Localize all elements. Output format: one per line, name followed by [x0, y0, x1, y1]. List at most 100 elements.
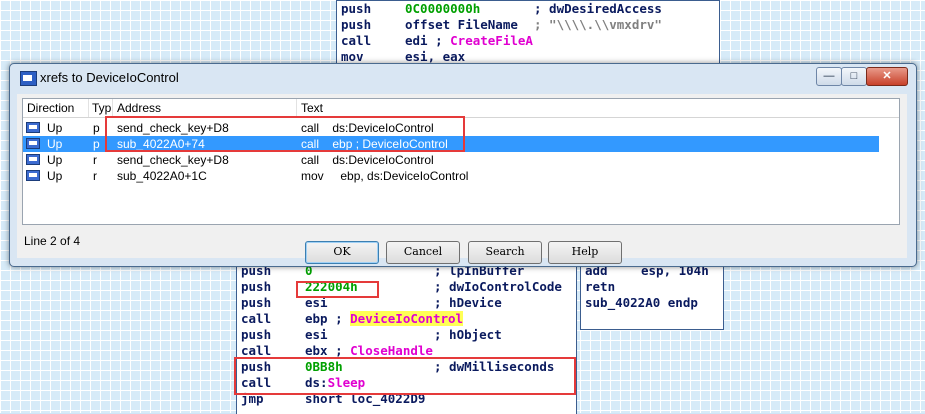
xref-type: p	[93, 137, 100, 151]
code-line[interactable]: call ebp ; DeviceIoControl	[237, 311, 576, 327]
ok-button[interactable]: OK	[305, 241, 379, 264]
code-operand: 0BB8h	[305, 359, 343, 375]
xref-type: r	[93, 153, 97, 167]
column-header-text[interactable]: Text	[297, 99, 899, 117]
app-icon	[20, 71, 37, 86]
code-operand-text: 222004h	[305, 279, 358, 294]
code-comment: ; "\\\\.\\vmxdrv"	[534, 17, 662, 32]
code-mnemonic: push	[241, 295, 272, 310]
code-operand: edi ; CreateFileA	[405, 33, 533, 49]
code-mnemonic: push	[341, 1, 372, 16]
xref-direction: Up	[47, 169, 63, 183]
xref-icon	[26, 138, 40, 149]
code-operand: 222004h	[305, 279, 358, 295]
xref-icon	[26, 170, 40, 181]
xref-row[interactable]: Up p sub_4022A0+74 call ebp ; DeviceIoContr…	[23, 136, 879, 152]
code-operand-text: ebx ;	[305, 343, 351, 358]
code-line[interactable]: call edi ; CreateFileA	[337, 33, 719, 49]
code-operand-text: esi	[305, 327, 328, 342]
function-reference[interactable]: CreateFileA	[450, 33, 533, 48]
function-reference[interactable]: DeviceIoControl	[350, 311, 464, 326]
code-operand-text: offset FileName	[405, 17, 518, 32]
code-operand: ds:Sleep	[305, 375, 365, 391]
code-mnemonic: push	[241, 359, 272, 374]
xref-row[interactable]: Up p send_check_key+D8 call ds:DeviceIoCont…	[23, 120, 879, 136]
code-line[interactable]: retn	[581, 279, 723, 295]
xref-direction: Up	[47, 153, 63, 167]
dialog-body: Direction Typ Address Text Up p send_check…	[17, 94, 907, 264]
function-reference[interactable]: CloseHandle	[350, 343, 433, 358]
maximize-button[interactable]: □	[841, 67, 867, 86]
status-line: Line 2 of 4	[24, 234, 81, 248]
xref-type: r	[93, 169, 97, 183]
column-header-type[interactable]: Typ	[89, 99, 113, 117]
code-operand: 0C0000000h	[405, 1, 480, 17]
xref-address: send_check_key+D8	[117, 121, 229, 135]
xref-list[interactable]: Direction Typ Address Text Up p send_check…	[22, 98, 900, 225]
code-line[interactable]: call ebx ; CloseHandle	[237, 343, 576, 359]
close-button[interactable]: ✕	[866, 67, 908, 86]
code-operand-text: 0C0000000h	[405, 1, 481, 16]
code-line[interactable]: push esi ; hObject	[237, 327, 576, 343]
search-button[interactable]: Search	[468, 241, 542, 264]
code-mnemonic: jmp	[241, 391, 264, 406]
code-mnemonic: push	[241, 279, 272, 294]
xrefs-dialog[interactable]: xrefs to DeviceIoControl — □ ✕ Direction…	[9, 63, 917, 267]
code-comment: ; dwDesiredAccess	[534, 1, 662, 16]
xref-row[interactable]: Up r sub_4022A0+1C mov ebp, ds:DeviceIoCont…	[23, 168, 879, 184]
xref-icon	[26, 154, 40, 165]
code-line[interactable]: jmp short loc_4022D9	[237, 391, 576, 407]
code-operand-text: esi	[305, 295, 328, 310]
code-operand-text: edi ;	[405, 33, 451, 48]
xref-text: call ds:DeviceIoControl	[301, 153, 434, 167]
help-button[interactable]: Help	[548, 241, 622, 264]
code-operand-text: short loc_4022D9	[305, 391, 426, 406]
minimize-button[interactable]: —	[816, 67, 842, 86]
xref-icon	[26, 122, 40, 133]
xref-text: mov ebp, ds:DeviceIoControl	[301, 169, 469, 183]
xref-type: p	[93, 121, 100, 135]
xref-row[interactable]: Up r send_check_key+D8 call ds:DeviceIoCont…	[23, 152, 879, 168]
code-comment: ; hObject	[434, 327, 502, 342]
code-block-bottom[interactable]: push 0; lpInBuffer push 222004h; dwIoContro…	[236, 262, 577, 414]
code-operand: short loc_4022D9	[305, 391, 425, 407]
code-mnemonic: push	[341, 17, 372, 32]
cancel-button[interactable]: Cancel	[386, 241, 460, 264]
code-line[interactable]: push esi ; hDevice	[237, 295, 576, 311]
code-line[interactable]: push 0C0000000h ; dwDesiredAccess	[337, 1, 719, 17]
xref-address: sub_4022A0+1C	[117, 169, 207, 183]
code-mnemonic: sub_4022A0 endp	[585, 295, 698, 310]
code-operand-text: esi, eax	[405, 49, 466, 64]
code-line[interactable]: push offset FileName ; "\\\\.\\vmxdrv"	[337, 17, 719, 33]
code-operand: offset FileName	[405, 17, 518, 33]
code-block-top[interactable]: push 0C0000000h ; dwDesiredAccess push offse…	[336, 0, 720, 68]
function-reference[interactable]: Sleep	[328, 375, 366, 390]
code-operand: ebx ; CloseHandle	[305, 343, 433, 359]
code-comment: ; dwMilliseconds	[434, 359, 555, 374]
code-mnemonic: call	[241, 311, 272, 326]
code-operand: ebp ; DeviceIoControl	[305, 311, 464, 327]
code-mnemonic: call	[241, 375, 272, 390]
code-mnemonic: call	[241, 343, 272, 358]
column-header-direction[interactable]: Direction	[23, 99, 89, 117]
code-operand-text: ds:	[305, 375, 328, 390]
code-line[interactable]: push 222004h ; dwIoControlCode	[237, 279, 576, 295]
column-header-address[interactable]: Address	[113, 99, 297, 117]
xref-text: call ds:DeviceIoControl	[301, 121, 434, 135]
code-line[interactable]: push 0BB8h ; dwMilliseconds	[237, 359, 576, 375]
xref-direction: Up	[47, 121, 63, 135]
code-mnemonic: retn	[585, 279, 616, 294]
dialog-titlebar[interactable]: xrefs to DeviceIoControl — □ ✕	[10, 64, 916, 92]
list-header: Direction Typ Address Text	[23, 99, 899, 118]
xref-address: sub_4022A0+74	[117, 137, 205, 151]
code-line[interactable]: call ds:Sleep	[237, 375, 576, 391]
code-operand: esi	[305, 295, 328, 311]
xref-direction: Up	[47, 137, 63, 151]
code-operand-text: ebp ;	[305, 311, 351, 326]
code-line[interactable]: sub_4022A0 endp	[581, 295, 723, 311]
code-block-right[interactable]: add esp, 104h retn sub_4022A0 endp	[580, 262, 724, 330]
code-mnemonic: push	[241, 327, 272, 342]
code-mnemonic: call	[341, 33, 372, 48]
xref-address: send_check_key+D8	[117, 153, 229, 167]
dialog-title: xrefs to DeviceIoControl	[40, 70, 179, 85]
